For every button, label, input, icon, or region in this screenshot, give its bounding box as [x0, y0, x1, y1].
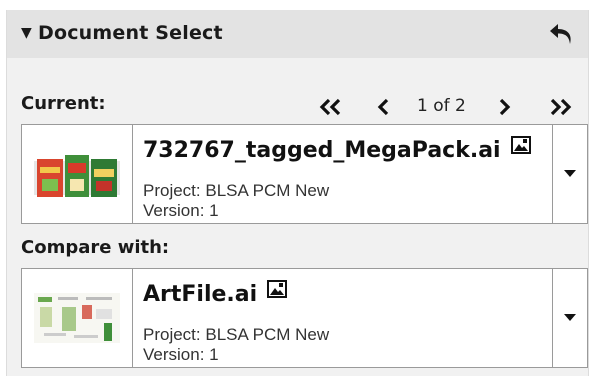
panel-title-toggle[interactable]: ▼ Document Select [21, 22, 223, 44]
image-file-icon [267, 279, 288, 304]
current-document-dropdown-button[interactable] [552, 125, 587, 223]
next-page-button[interactable] [489, 92, 519, 122]
panel-title: Document Select [37, 22, 223, 44]
document-select-panel: ▼ Document Select Current: 1 of 2 732767… [6, 10, 589, 376]
triangle-down-icon[interactable]: ▼ [21, 25, 32, 41]
compare-document-project: Project: BLSA PCM New [143, 325, 330, 344]
chevron-right-icon [499, 98, 511, 116]
prev-page-button[interactable] [369, 92, 399, 122]
compare-with-label: Compare with: [21, 237, 170, 258]
double-chevron-right-icon [550, 98, 572, 116]
current-document-thumbnail-box [22, 125, 133, 223]
compare-document-dropdown-button[interactable] [552, 269, 587, 367]
panel-header[interactable]: ▼ Document Select [7, 10, 588, 58]
current-document-project: Project: BLSA PCM New [143, 181, 330, 200]
compare-document-name-row: ArtFile.ai [143, 279, 288, 307]
current-document-name: 732767_tagged_MegaPack.ai [143, 138, 501, 163]
current-document-thumbnail [34, 155, 120, 197]
compare-document-thumbnail-box [22, 269, 133, 367]
caret-down-icon [564, 170, 576, 177]
caret-down-icon [564, 314, 576, 321]
current-document-selector[interactable]: 732767_tagged_MegaPack.ai Project: BLSA … [21, 124, 588, 224]
page-indicator: 1 of 2 [417, 96, 466, 116]
current-document-version: Version: 1 [143, 201, 219, 220]
current-document-name-row: 732767_tagged_MegaPack.ai [143, 135, 531, 163]
compare-document-version: Version: 1 [143, 345, 219, 364]
undo-button[interactable] [548, 22, 578, 48]
pager: 1 of 2 [307, 92, 587, 122]
last-page-button[interactable] [543, 92, 579, 122]
double-chevron-left-icon [319, 98, 341, 116]
chevron-left-icon [377, 98, 389, 116]
current-label: Current: [21, 93, 106, 114]
image-file-icon [510, 135, 531, 160]
compare-document-name: ArtFile.ai [143, 282, 258, 307]
first-page-button[interactable] [315, 92, 345, 122]
compare-document-selector[interactable]: ArtFile.ai Project: BLSA PCM New Version… [21, 268, 588, 368]
compare-document-thumbnail [34, 293, 120, 343]
undo-arrow-icon [550, 24, 571, 44]
